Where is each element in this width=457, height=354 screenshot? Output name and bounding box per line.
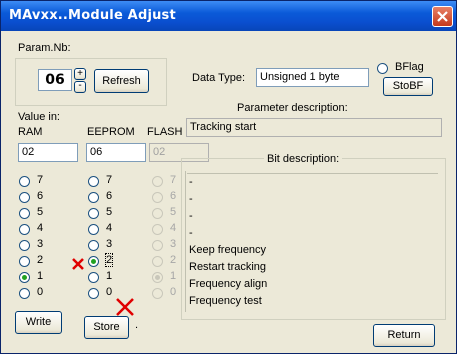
flash-bit-2-radio	[152, 256, 163, 267]
eeprom-bit-7-radio[interactable]	[88, 176, 99, 187]
eeprom-bit-4-radio[interactable]	[88, 224, 99, 235]
eeprom-value-input[interactable]: 06	[86, 143, 146, 162]
bflag-label: BFlag	[395, 61, 424, 73]
close-button[interactable]	[432, 6, 453, 27]
param-increment-button[interactable]: +	[74, 68, 86, 80]
bit-description-item: Restart tracking	[189, 261, 267, 273]
eeprom-label: EEPROM	[87, 126, 135, 138]
ram-bit-2-label: 2	[37, 254, 44, 266]
eeprom-bit-5-radio[interactable]	[88, 208, 99, 219]
flash-bit-1-label: 1	[170, 270, 177, 282]
eeprom-bit-1-radio[interactable]	[88, 272, 99, 283]
param-description-label: Parameter description:	[237, 102, 348, 114]
param-decrement-button[interactable]: -	[74, 81, 86, 93]
write-button[interactable]: Write	[15, 311, 62, 334]
param-nb-label: Param.Nb:	[18, 42, 71, 54]
flash-label: FLASH	[147, 126, 183, 138]
flash-bit-0-label: 0	[170, 286, 177, 298]
bflag-radio[interactable]	[377, 63, 388, 74]
annotation-x-mark-eeprom-bit2	[72, 258, 84, 270]
eeprom-bit-6-radio[interactable]	[88, 192, 99, 203]
bit-description-label: Bit description:	[264, 153, 343, 165]
flash-bit-4-radio	[152, 224, 163, 235]
flash-bit-6-radio	[152, 192, 163, 203]
bit-description-item: -	[189, 193, 193, 205]
bit-description-item: -	[189, 227, 193, 239]
ram-bit-4-radio[interactable]	[19, 224, 30, 235]
module-adjust-window: MAvxx..Module Adjust Param.Nb: 06 + - Re…	[0, 0, 457, 354]
eeprom-bit-0-label: 0	[106, 286, 113, 298]
ram-bit-1-radio[interactable]	[19, 272, 30, 283]
store-suffix-text: .	[135, 319, 139, 331]
bit-description-item: -	[189, 210, 193, 222]
ram-value-input[interactable]: 02	[18, 143, 78, 162]
data-type-label: Data Type:	[192, 72, 245, 84]
flash-bit-3-label: 3	[170, 238, 177, 250]
ram-bit-2-radio[interactable]	[19, 256, 30, 267]
eeprom-bit-3-label: 3	[106, 238, 113, 250]
flash-bit-3-radio	[152, 240, 163, 251]
flash-bit-1-radio	[152, 272, 163, 283]
param-description-field: Tracking start	[186, 118, 442, 137]
store-button[interactable]: Store	[84, 316, 129, 339]
ram-bit-3-label: 3	[37, 238, 44, 250]
ram-bit-7-label: 7	[37, 174, 44, 186]
ram-bit-4-label: 4	[37, 222, 44, 234]
bit-description-divider	[187, 173, 438, 174]
title-bar: MAvxx..Module Adjust	[1, 1, 456, 31]
ram-bit-5-label: 5	[37, 206, 44, 218]
data-type-field: Unsigned 1 byte	[256, 68, 369, 87]
eeprom-bit-0-radio[interactable]	[88, 288, 99, 299]
eeprom-bit-4-label: 4	[106, 222, 113, 234]
eeprom-bit-5-label: 5	[106, 206, 113, 218]
bit-description-left-border	[185, 171, 186, 312]
flash-bit-4-label: 4	[170, 222, 177, 234]
eeprom-bit-1-label: 1	[106, 270, 113, 282]
return-button[interactable]: Return	[373, 324, 435, 347]
eeprom-bit-6-label: 6	[106, 190, 113, 202]
eeprom-bit-2-radio[interactable]	[88, 256, 99, 267]
param-number-input[interactable]: 06	[38, 69, 72, 91]
eeprom-bit-2-label: 2	[104, 253, 114, 267]
flash-bit-7-radio	[152, 176, 163, 187]
ram-bit-5-radio[interactable]	[19, 208, 30, 219]
refresh-button[interactable]: Refresh	[94, 69, 149, 93]
ram-bit-7-radio[interactable]	[19, 176, 30, 187]
flash-bit-5-label: 5	[170, 206, 177, 218]
window-title: MAvxx..Module Adjust	[9, 8, 176, 23]
eeprom-bit-7-label: 7	[106, 174, 113, 186]
annotation-x-mark-store	[116, 298, 134, 316]
eeprom-bit-3-radio[interactable]	[88, 240, 99, 251]
ram-bit-3-radio[interactable]	[19, 240, 30, 251]
flash-bit-2-label: 2	[170, 254, 177, 266]
flash-bit-5-radio	[152, 208, 163, 219]
flash-bit-7-label: 7	[170, 174, 177, 186]
ram-bit-1-label: 1	[37, 270, 44, 282]
bit-description-item: Keep frequency	[189, 244, 267, 256]
stobf-button[interactable]: StoBF	[383, 77, 433, 96]
bit-description-item: -	[189, 176, 193, 188]
flash-bit-0-radio	[152, 288, 163, 299]
bit-description-item: Frequency test	[189, 295, 262, 307]
ram-bit-6-radio[interactable]	[19, 192, 30, 203]
value-in-label: Value in:	[18, 111, 60, 123]
ram-bit-0-label: 0	[37, 286, 44, 298]
ram-bit-0-radio[interactable]	[19, 288, 30, 299]
ram-bit-6-label: 6	[37, 190, 44, 202]
flash-bit-6-label: 6	[170, 190, 177, 202]
ram-label: RAM	[18, 126, 43, 138]
close-icon	[437, 11, 448, 22]
bit-description-item: Frequency align	[189, 278, 268, 290]
